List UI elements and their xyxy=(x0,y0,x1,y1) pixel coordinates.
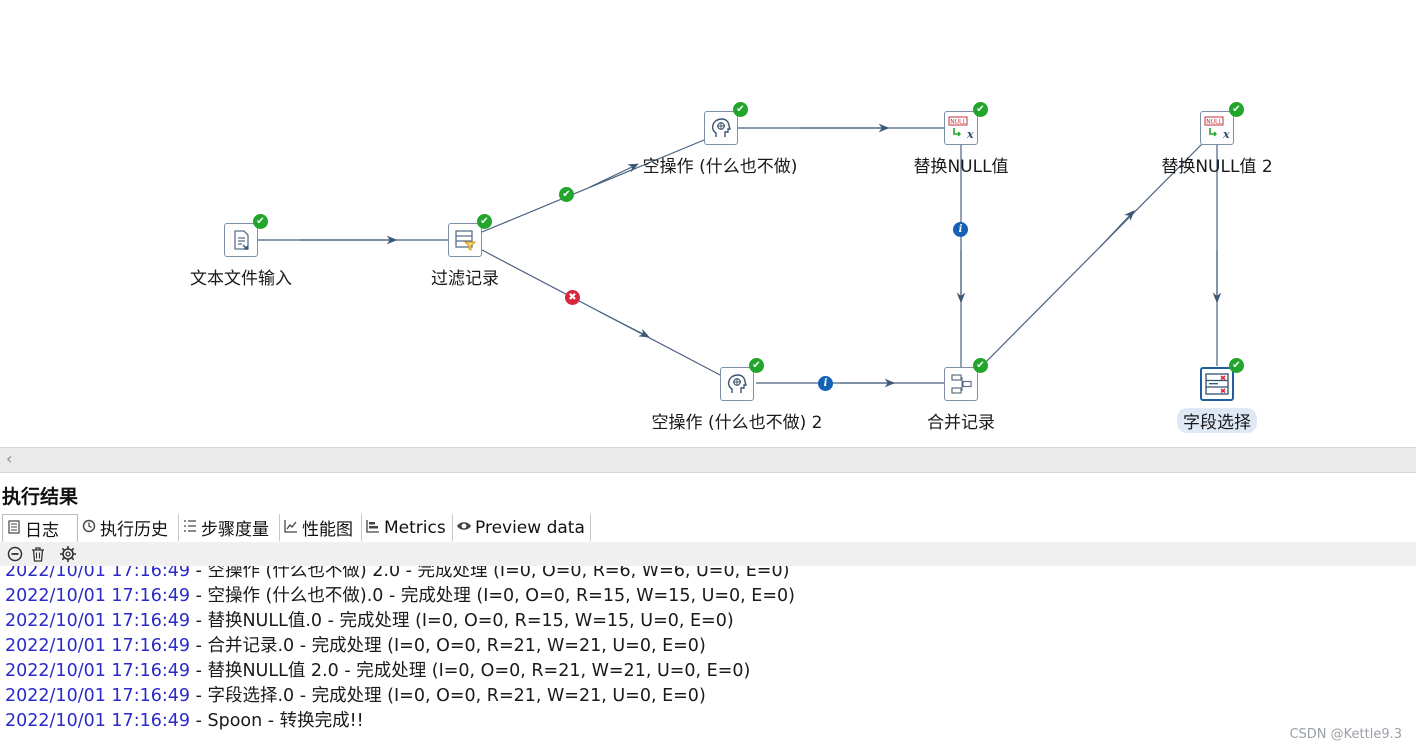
merge-icon xyxy=(944,367,978,401)
log-line: 2022/10/01 17:16:49 - 空操作 (什么也不做).0 - 完成… xyxy=(5,584,795,609)
log-timestamp: 2022/10/01 17:16:49 xyxy=(5,636,191,656)
log-timestamp: 2022/10/01 17:16:49 xyxy=(5,566,191,581)
head-brain-icon xyxy=(704,111,738,145)
log-line: 2022/10/01 17:16:49 - Spoon - 转换完成!! xyxy=(5,709,364,734)
tab-label: 日志 xyxy=(25,521,59,541)
tab-log[interactable]: 日志 xyxy=(2,514,78,542)
status-ok-icon: ✔ xyxy=(253,214,268,229)
log-timestamp: 2022/10/01 17:16:49 xyxy=(5,611,191,631)
log-line: 2022/10/01 17:16:49 - 空操作 (什么也不做) 2.0 - … xyxy=(5,566,789,584)
svg-text:x: x xyxy=(1222,128,1230,141)
transformation-canvas[interactable]: ✔ ✖ i i ✔ 文本文件输入 ✔ 过滤记录 ✔ 空操作 (什么也不做) NU… xyxy=(0,0,1416,447)
metrics-icon xyxy=(365,519,381,537)
status-ok-icon: ✔ xyxy=(1229,358,1244,373)
replace-null-icon: NULL x xyxy=(944,111,978,145)
hop-info-badge: i xyxy=(953,222,968,237)
step-label: 空操作 (什么也不做) xyxy=(642,157,798,177)
step-metrics-icon xyxy=(182,519,198,537)
svg-text:NULL: NULL xyxy=(1206,119,1222,126)
step-label: 文本文件输入 xyxy=(190,269,292,289)
tab-preview-data[interactable]: Preview data xyxy=(453,514,591,541)
trash-icon[interactable] xyxy=(28,544,48,564)
log-message: - 字段选择.0 - 完成处理 (I=0, O=0, R=21, W=21, U… xyxy=(190,686,706,706)
tab-label: Metrics xyxy=(384,517,446,538)
status-ok-icon: ✔ xyxy=(477,214,492,229)
step-label: 空操作 (什么也不做) 2 xyxy=(651,413,823,433)
log-message: - 合并记录.0 - 完成处理 (I=0, O=0, R=21, W=21, U… xyxy=(190,636,706,656)
log-timestamp: 2022/10/01 17:16:49 xyxy=(5,686,191,706)
filter-icon xyxy=(448,223,482,257)
select-values-icon xyxy=(1200,367,1234,401)
step-dummy-2[interactable]: ✔ xyxy=(720,358,764,401)
log-message: - 替换NULL值.0 - 完成处理 (I=0, O=0, R=15, W=15… xyxy=(190,611,734,631)
log-line: 2022/10/01 17:16:49 - 替换NULL值.0 - 完成处理 (… xyxy=(5,609,734,634)
log-message: - 替换NULL值 2.0 - 完成处理 (I=0, O=0, R=21, W=… xyxy=(190,661,751,681)
tab-step-metrics[interactable]: 步骤度量 xyxy=(179,514,280,541)
step-dummy[interactable]: ✔ xyxy=(704,102,748,145)
eye-icon xyxy=(456,520,472,536)
performance-chart-icon xyxy=(283,519,299,537)
log-timestamp: 2022/10/01 17:16:49 xyxy=(5,586,191,606)
hop-merge-replacenull2 xyxy=(977,142,1204,371)
gear-icon[interactable] xyxy=(58,544,78,564)
step-label: 替换NULL值 2 xyxy=(1161,157,1273,177)
log-line: 2022/10/01 17:16:49 - 替换NULL值 2.0 - 完成处理… xyxy=(5,659,750,684)
log-icon xyxy=(6,519,22,538)
step-label: 字段选择 xyxy=(1177,408,1257,433)
watermark: CSDN @Kettle9.3 xyxy=(1289,727,1402,742)
step-select-values[interactable]: ✔ xyxy=(1200,358,1244,401)
tab-label: Preview data xyxy=(475,517,585,538)
step-label: 过滤记录 xyxy=(431,269,499,289)
hop-false-badge: ✖ xyxy=(565,290,580,305)
status-ok-icon: ✔ xyxy=(1229,102,1244,117)
status-ok-icon: ✔ xyxy=(973,358,988,373)
svg-text:x: x xyxy=(966,128,974,141)
tab-label: 执行历史 xyxy=(100,520,168,540)
step-replace-null-2[interactable]: NULL x ✔ xyxy=(1200,102,1244,145)
log-line: 2022/10/01 17:16:49 - 合并记录.0 - 完成处理 (I=0… xyxy=(5,634,706,659)
replace-null-icon: NULL x xyxy=(1200,111,1234,145)
step-label: 合并记录 xyxy=(927,413,995,433)
tab-label: 性能图 xyxy=(302,520,353,540)
text-file-input-icon xyxy=(224,223,258,257)
results-panel-title: 执行结果 xyxy=(2,486,79,508)
history-icon xyxy=(81,519,97,537)
step-merge-rows[interactable]: ✔ xyxy=(944,358,988,401)
log-toolbar xyxy=(0,542,1416,566)
step-text-file-input[interactable]: ✔ xyxy=(224,214,268,257)
status-ok-icon: ✔ xyxy=(749,358,764,373)
tab-label: 步骤度量 xyxy=(201,520,269,540)
hop-info-badge: i xyxy=(818,376,833,391)
svg-text:NULL: NULL xyxy=(950,119,966,126)
results-tabs: 日志 执行历史 步骤度量 性能图 Metrics Preview data xyxy=(0,514,1416,543)
head-brain-icon xyxy=(720,367,754,401)
log-message: - 空操作 (什么也不做) 2.0 - 完成处理 (I=0, O=0, R=6,… xyxy=(190,566,790,581)
step-filter-rows[interactable]: ✔ xyxy=(448,214,492,257)
step-replace-null[interactable]: NULL x ✔ xyxy=(944,102,988,145)
tab-metrics[interactable]: Metrics xyxy=(362,514,453,541)
tab-performance-chart[interactable]: 性能图 xyxy=(280,514,362,541)
log-message: - Spoon - 转换完成!! xyxy=(190,711,364,731)
log-line: 2022/10/01 17:16:49 - 字段选择.0 - 完成处理 (I=0… xyxy=(5,684,706,709)
log-output[interactable]: 2022/10/01 17:16:49 - 空操作 (什么也不做) 2.0 - … xyxy=(0,566,1416,751)
log-message: - 空操作 (什么也不做).0 - 完成处理 (I=0, O=0, R=15, … xyxy=(190,586,795,606)
stop-icon[interactable] xyxy=(5,544,25,564)
tab-history[interactable]: 执行历史 xyxy=(78,514,179,541)
status-ok-icon: ✔ xyxy=(973,102,988,117)
step-label: 替换NULL值 xyxy=(913,157,1009,177)
log-timestamp: 2022/10/01 17:16:49 xyxy=(5,661,191,681)
status-ok-icon: ✔ xyxy=(733,102,748,117)
scroll-left-icon[interactable]: ‹ xyxy=(6,449,12,468)
canvas-horizontal-scrollbar[interactable]: ‹ xyxy=(0,447,1416,473)
hop-true-badge: ✔ xyxy=(559,187,574,202)
log-timestamp: 2022/10/01 17:16:49 xyxy=(5,711,191,731)
